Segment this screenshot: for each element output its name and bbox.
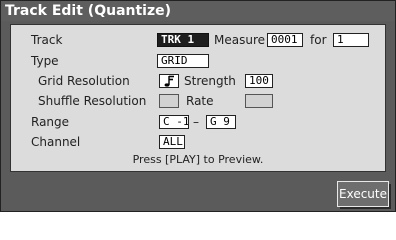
shuffle-resolution-label: Shuffle Resolution bbox=[38, 94, 147, 108]
sixteenth-note-icon bbox=[164, 75, 174, 87]
measure-label: Measure bbox=[214, 33, 265, 47]
for-field[interactable]: 1 bbox=[333, 33, 369, 47]
track-edit-window: Track Edit (Quantize) Track TRK 1 Measur… bbox=[0, 0, 396, 212]
window-title: Track Edit (Quantize) bbox=[1, 1, 395, 21]
footer-bar: Execute bbox=[1, 175, 395, 211]
execute-button[interactable]: Execute bbox=[337, 181, 391, 209]
strength-label: Strength bbox=[184, 74, 236, 88]
preview-hint: Press [PLAY] to Preview. bbox=[132, 153, 264, 166]
range-label: Range bbox=[31, 115, 70, 129]
grid-resolution-label: Grid Resolution bbox=[38, 74, 130, 88]
track-label: Track bbox=[31, 33, 63, 47]
measure-field[interactable]: 0001 bbox=[267, 33, 303, 47]
type-label: Type bbox=[31, 54, 59, 68]
rate-label: Rate bbox=[186, 94, 214, 108]
quantize-settings-panel: Track TRK 1 Measure 0001 for 1 Type GRID… bbox=[10, 24, 386, 172]
type-field[interactable]: GRID bbox=[157, 54, 209, 68]
channel-field[interactable]: ALL bbox=[159, 135, 185, 149]
grid-resolution-field[interactable] bbox=[159, 74, 179, 88]
strength-field[interactable]: 100 bbox=[245, 74, 273, 88]
rate-field[interactable] bbox=[245, 94, 273, 108]
track-field[interactable]: TRK 1 bbox=[157, 33, 209, 47]
range-separator: – bbox=[193, 115, 199, 129]
channel-label: Channel bbox=[31, 135, 81, 149]
range-from-field[interactable]: C -1 bbox=[159, 115, 189, 129]
shuffle-resolution-field[interactable] bbox=[159, 94, 179, 108]
for-label: for bbox=[310, 33, 327, 47]
range-to-field[interactable]: G 9 bbox=[206, 115, 236, 129]
